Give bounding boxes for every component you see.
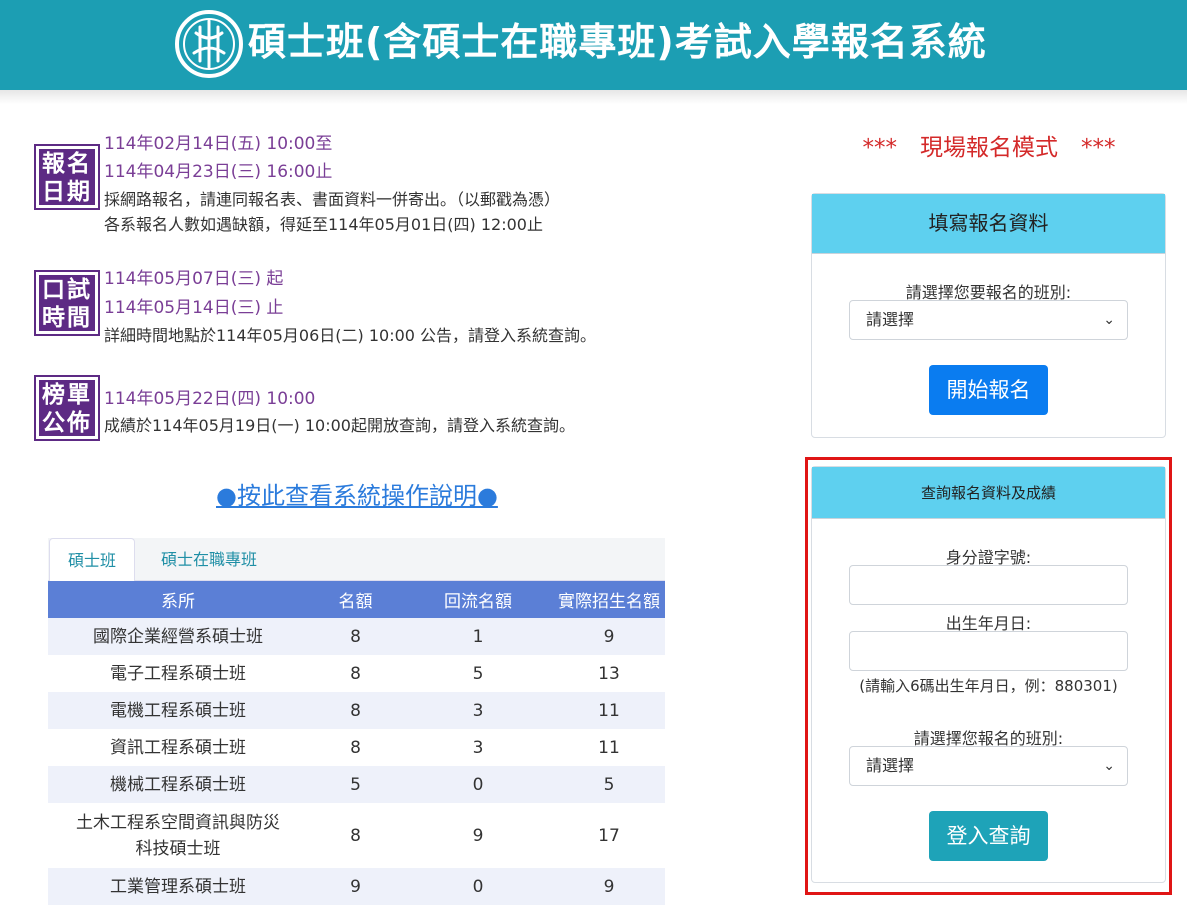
table-cell: 5 [308, 766, 403, 803]
table-cell: 資訊工程系碩士班 [48, 729, 308, 766]
chevron-down-icon: ⌄ [1103, 758, 1115, 774]
query-class-select[interactable]: 請選擇 ⌄ [849, 746, 1128, 786]
table-cell: 國際企業經營系碩士班 [48, 618, 308, 655]
start-apply-button[interactable]: 開始報名 [929, 365, 1048, 415]
table-row: 工業管理系碩士班 9 0 9 [48, 868, 665, 905]
table-cell: 9 [403, 803, 553, 868]
table-cell: 電機工程系碩士班 [48, 692, 308, 729]
schedule-line: 各系報名人數如遇缺額，得延至114年05月01日(四) 12:00止 [104, 215, 543, 234]
table-cell: 8 [308, 729, 403, 766]
table-row: 電子工程系碩士班 8 5 13 [48, 655, 665, 692]
badge-text: 口試 [42, 277, 92, 303]
select-value: 請選擇 [866, 310, 915, 329]
interview-time-badge: 口試 時間 [34, 270, 100, 336]
table-cell: 1 [403, 618, 553, 655]
chevron-down-icon: ⌄ [1103, 312, 1115, 328]
table-cell: 13 [553, 655, 665, 692]
query-card: 查詢報名資料及成績 身分證字號: 出生年月日: (請輸入6碼出生年月日，例：88… [811, 466, 1166, 883]
table-cell: 機械工程系碩士班 [48, 766, 308, 803]
schedule-line: 114年04月23日(三) 16:00止 [104, 162, 333, 182]
column-header: 系所 [48, 581, 308, 618]
badge-text: 日期 [42, 179, 92, 205]
schedule-line: 詳細時間地點於114年05月06日(二) 10:00 公告，請登入系統查詢。 [104, 326, 597, 345]
table-row: 機械工程系碩士班 5 0 5 [48, 766, 665, 803]
apply-card: 填寫報名資料 請選擇您要報名的班別: 請選擇 ⌄ 開始報名 [811, 193, 1166, 438]
site-title: 碩士班(含碩士在職專班)考試入學報名系統 [248, 20, 987, 64]
select-value: 請選擇 [866, 756, 915, 775]
table-cell: 土木工程系空間資訊與防災 科技碩士班 [48, 803, 308, 868]
table-cell: 3 [403, 729, 553, 766]
column-header: 實際招生名額 [553, 581, 665, 618]
program-tabs: 碩士班 碩士在職專班 [48, 538, 665, 581]
table-row: 國際企業經營系碩士班 8 1 9 [48, 618, 665, 655]
tab-in-service-masters[interactable]: 碩士在職專班 [143, 538, 275, 581]
badge-text: 公佈 [42, 410, 92, 436]
schedule-line: 114年05月07日(三) 起 [104, 269, 284, 289]
apply-class-select[interactable]: 請選擇 ⌄ [849, 300, 1128, 340]
quota-table: 系所 名額 回流名額 實際招生名額 國際企業經營系碩士班 8 1 9 電子工程系… [48, 581, 665, 905]
id-number-input[interactable] [849, 565, 1128, 605]
table-cell: 8 [308, 655, 403, 692]
table-cell: 5 [403, 655, 553, 692]
schedule-line: 成績於114年05月19日(一) 10:00起開放查詢，請登入系統查詢。 [104, 416, 575, 435]
login-query-button[interactable]: 登入查詢 [929, 811, 1048, 861]
birth-date-input[interactable] [849, 631, 1128, 671]
apply-card-title: 填寫報名資料 [812, 194, 1165, 254]
query-card-title: 查詢報名資料及成績 [812, 467, 1165, 519]
onsite-mode-label: *** 現場報名模式 *** [862, 135, 1116, 161]
table-cell: 9 [553, 618, 665, 655]
column-header: 名額 [308, 581, 403, 618]
system-guide-link[interactable]: ●按此查看系統操作說明● [216, 476, 498, 511]
table-row: 土木工程系空間資訊與防災 科技碩士班 8 9 17 [48, 803, 665, 868]
site-header: 碩士班(含碩士在職專班)考試入學報名系統 [0, 0, 1187, 90]
column-header: 回流名額 [403, 581, 553, 618]
table-cell: 11 [553, 692, 665, 729]
table-cell: 0 [403, 766, 553, 803]
badge-text: 時間 [42, 305, 92, 331]
school-emblem-icon [175, 10, 243, 78]
table-cell: 8 [308, 618, 403, 655]
registration-date-badge: 報名 日期 [34, 144, 100, 210]
badge-text: 報名 [42, 151, 92, 177]
table-cell: 5 [553, 766, 665, 803]
schedule-line: 採網路報名，請連同報名表、書面資料一併寄出。（以郵戳為憑） [104, 190, 561, 209]
badge-text: 榜單 [42, 382, 92, 408]
table-cell: 8 [308, 692, 403, 729]
birth-date-hint: (請輸入6碼出生年月日，例：880301) [859, 677, 1118, 695]
table-header-row: 系所 名額 回流名額 實際招生名額 [48, 581, 665, 618]
tab-masters[interactable]: 碩士班 [49, 538, 136, 581]
table-cell: 工業管理系碩士班 [48, 868, 308, 905]
table-cell: 0 [403, 868, 553, 905]
schedule-line: 114年02月14日(五) 10:00至 [104, 134, 333, 154]
table-row: 電機工程系碩士班 8 3 11 [48, 692, 665, 729]
results-announce-badge: 榜單 公佈 [34, 375, 100, 441]
table-cell: 電子工程系碩士班 [48, 655, 308, 692]
table-cell: 3 [403, 692, 553, 729]
schedule-line: 114年05月22日(四) 10:00 [104, 389, 316, 409]
schedule-line: 114年05月14日(三) 止 [104, 298, 284, 318]
table-cell: 9 [553, 868, 665, 905]
table-cell: 8 [308, 803, 403, 868]
table-row: 資訊工程系碩士班 8 3 11 [48, 729, 665, 766]
header-shadow [0, 90, 1187, 104]
table-cell: 11 [553, 729, 665, 766]
table-cell: 9 [308, 868, 403, 905]
table-cell: 17 [553, 803, 665, 868]
